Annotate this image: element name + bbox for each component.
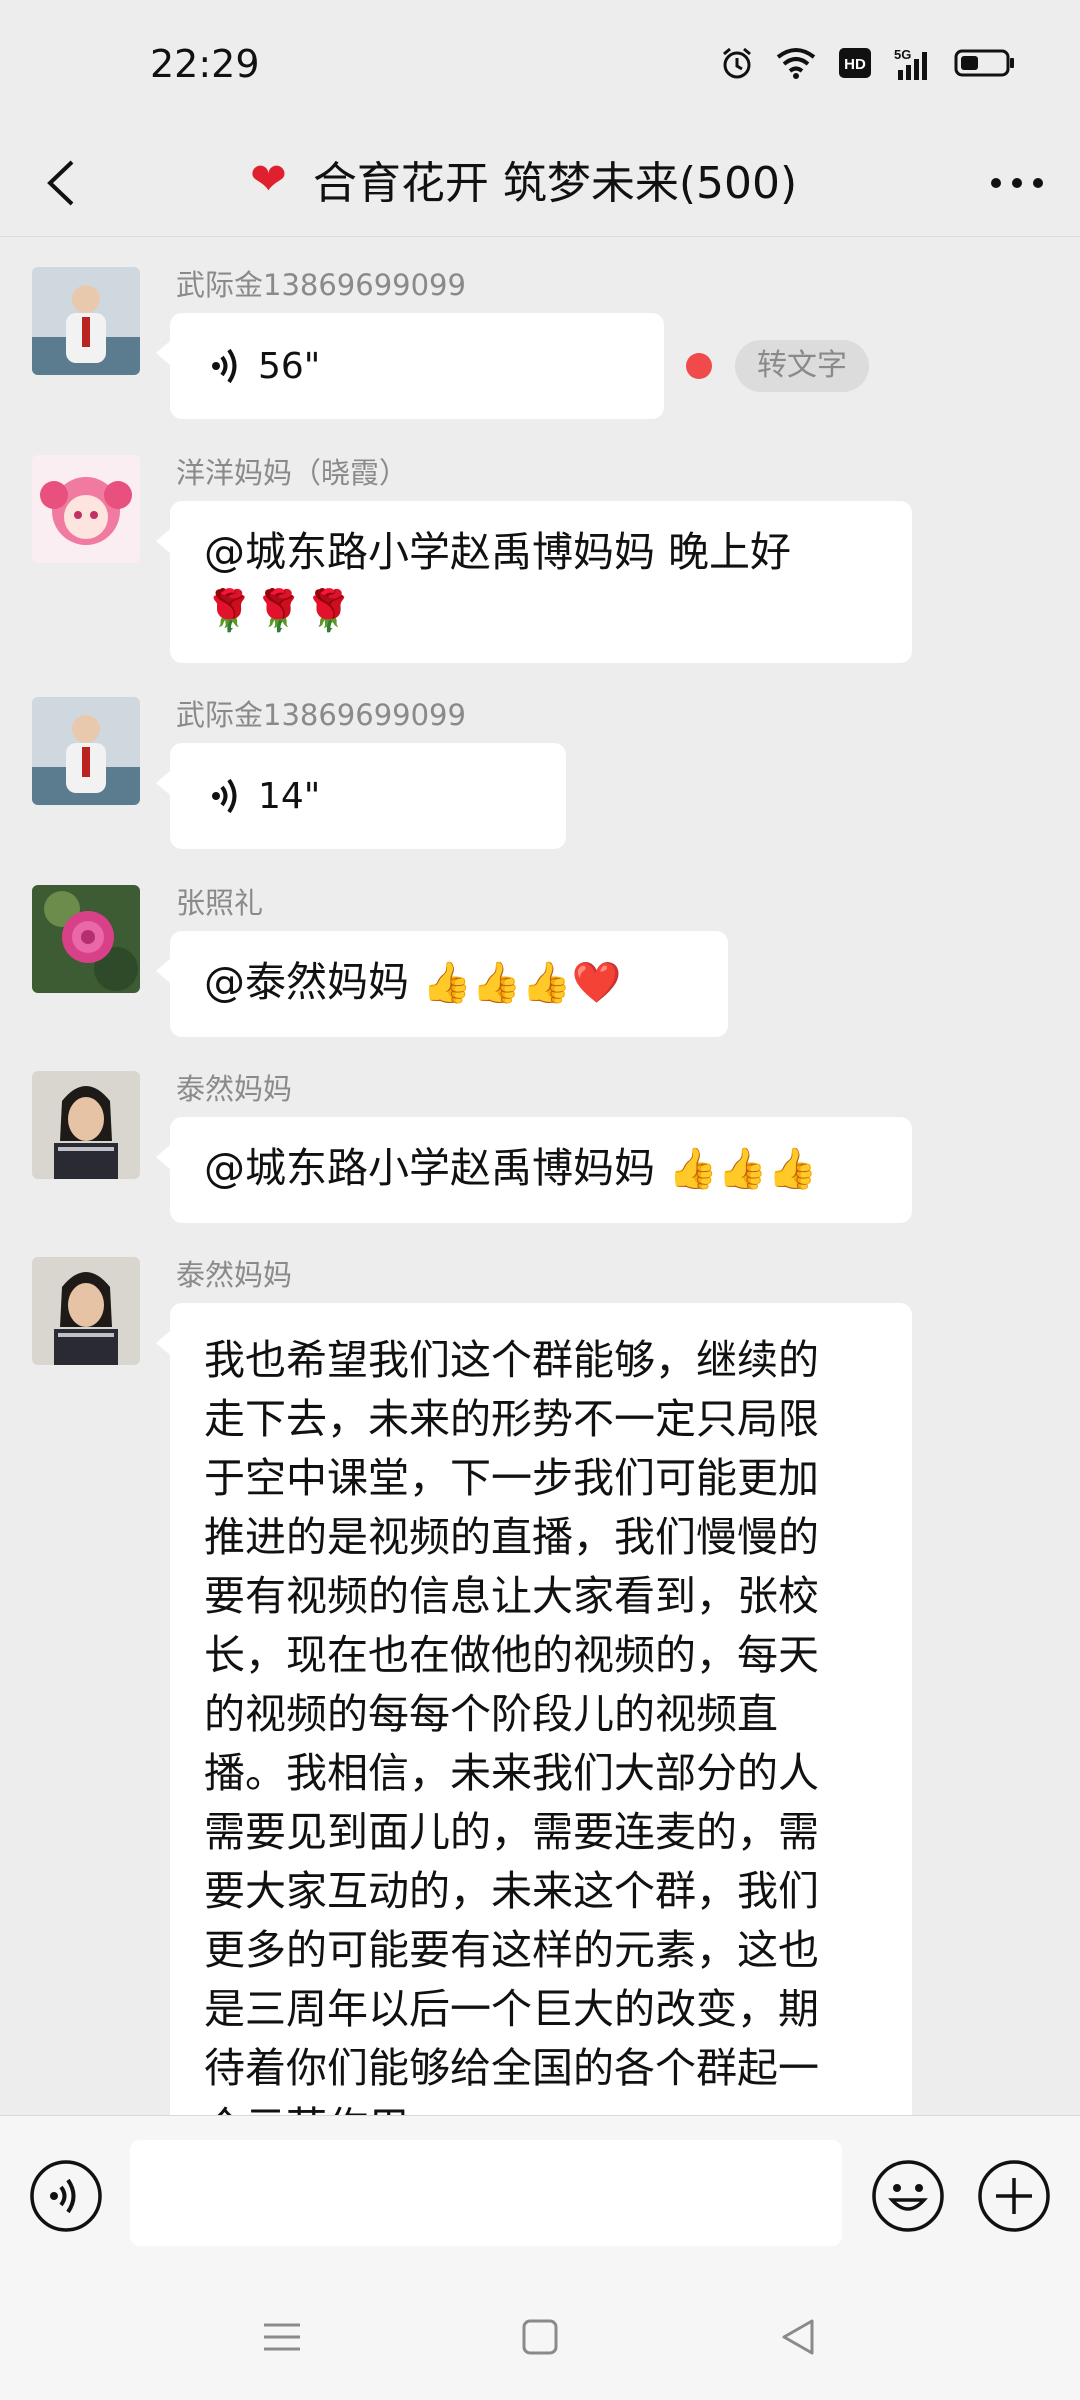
wifi-icon xyxy=(776,48,816,79)
voice-wave-icon xyxy=(212,778,237,814)
sender-name: 洋洋妈妈（晓霞） xyxy=(176,456,409,490)
message-text: @城东路小学赵禹博妈妈 晚上好 xyxy=(204,528,792,576)
unread-dot xyxy=(686,353,712,379)
back-arrow-icon[interactable] xyxy=(28,148,98,218)
sender-name: 武际金13869699099 xyxy=(176,698,466,732)
avatar[interactable] xyxy=(32,455,140,563)
svg-text:HD: HD xyxy=(844,56,866,73)
message-line: 要有视频的信息让大家看到，张校 xyxy=(204,1572,819,1620)
avatar[interactable] xyxy=(32,1071,140,1179)
message-line: 更多的可能要有这样的元素，这也 xyxy=(204,1926,819,1974)
avatar[interactable] xyxy=(32,267,140,375)
message-line: 推进的是视频的直播，我们慢慢的 xyxy=(204,1513,819,1561)
svg-text:5G: 5G xyxy=(894,47,911,62)
sender-name: 武际金13869699099 xyxy=(176,268,466,302)
input-bar xyxy=(0,2115,1080,2276)
message-line: 要大家互动的，未来这个群，我们 xyxy=(204,1867,819,1915)
avatar[interactable] xyxy=(32,697,140,805)
voice-duration: 56" xyxy=(258,345,321,387)
voice-message-bubble[interactable]: 14" xyxy=(156,743,566,849)
voice-wave-icon xyxy=(212,348,237,384)
voice-message-bubble[interactable]: 56" xyxy=(156,313,664,419)
voice-input-icon[interactable] xyxy=(28,2158,104,2234)
plus-icon[interactable] xyxy=(976,2158,1052,2234)
message-line: 的视频的每每个阶段儿的视频直 xyxy=(204,1690,778,1738)
status-icons: HD 5G xyxy=(720,46,1016,80)
chat-header: ❤ 合育花开 筑梦未来(500) xyxy=(0,130,1080,237)
message-line: 播。我相信，未来我们大部分的人 xyxy=(204,1749,819,1797)
message-line: 需要见到面儿的，需要连麦的，需 xyxy=(204,1808,819,1856)
thumbs-up-emoji: 👍👍👍❤️ xyxy=(422,960,622,1006)
chat-title: ❤ 合育花开 筑梦未来(500) xyxy=(250,144,797,214)
battery-icon xyxy=(954,49,1014,77)
long-text-message-bubble[interactable]: 我也希望我们这个群能够，继续的 走下去，未来的形势不一定只局限 于空中课堂，下一… xyxy=(156,1303,912,2115)
message-line: 我也希望我们这个群能够，继续的 xyxy=(204,1336,819,1384)
status-bar: 22:29 HD 5G xyxy=(0,0,1080,130)
text-message-bubble[interactable]: @城东路小学赵禹博妈妈 👍👍👍 xyxy=(156,1117,912,1223)
message-line: 是三周年以后一个巨大的改变，期 xyxy=(204,1985,819,2033)
chat-title-text: 合育花开 筑梦未来(500) xyxy=(312,158,798,209)
avatar[interactable] xyxy=(32,1257,140,1365)
message-list[interactable]: 武际金13869699099 56" 转文字 洋洋妈妈（晓霞） @城东路小学赵禹… xyxy=(0,237,1080,2115)
back-icon[interactable] xyxy=(770,2309,826,2365)
heart-icon: ❤ xyxy=(250,153,287,205)
message-line: 走下去，未来的形势不一定只局限 xyxy=(204,1395,819,1443)
message-text: @城东路小学赵禹博妈妈 xyxy=(204,1144,655,1192)
home-icon[interactable] xyxy=(512,2309,568,2365)
message-text: @泰然妈妈 xyxy=(204,958,409,1006)
emoji-icon[interactable] xyxy=(870,2158,946,2234)
text-message-bubble[interactable]: @城东路小学赵禹博妈妈 晚上好 🌹🌹🌹 xyxy=(156,501,912,663)
message-input[interactable] xyxy=(130,2140,842,2246)
sender-name: 泰然妈妈 xyxy=(176,1072,293,1106)
sender-name: 泰然妈妈 xyxy=(176,1258,293,1292)
thumbs-up-emoji: 👍👍👍 xyxy=(668,1146,818,1192)
hd-icon: HD xyxy=(839,48,871,78)
status-time: 22:29 xyxy=(150,42,260,86)
text-message-bubble[interactable]: @泰然妈妈 👍👍👍❤️ xyxy=(156,931,728,1037)
message-line: 长，现在也在做他的视频的，每天 xyxy=(204,1631,819,1679)
system-nav-bar xyxy=(0,2275,1080,2400)
avatar[interactable] xyxy=(32,885,140,993)
voice-duration: 14" xyxy=(258,775,321,817)
convert-to-text-button[interactable]: 转文字 xyxy=(735,340,869,392)
signal-5g-icon: 5G xyxy=(894,47,927,80)
rose-emoji: 🌹🌹🌹 xyxy=(204,588,354,634)
menu-icon[interactable] xyxy=(254,2309,310,2365)
more-options-icon[interactable] xyxy=(982,148,1052,218)
alarm-icon xyxy=(723,47,751,79)
message-line: 于空中课堂，下一步我们可能更加 xyxy=(204,1454,819,1502)
message-line: 个示范作用 xyxy=(204,2098,878,2115)
sender-name: 张照礼 xyxy=(176,886,264,920)
message-line: 待着你们能够给全国的各个群起一 xyxy=(204,2044,819,2092)
